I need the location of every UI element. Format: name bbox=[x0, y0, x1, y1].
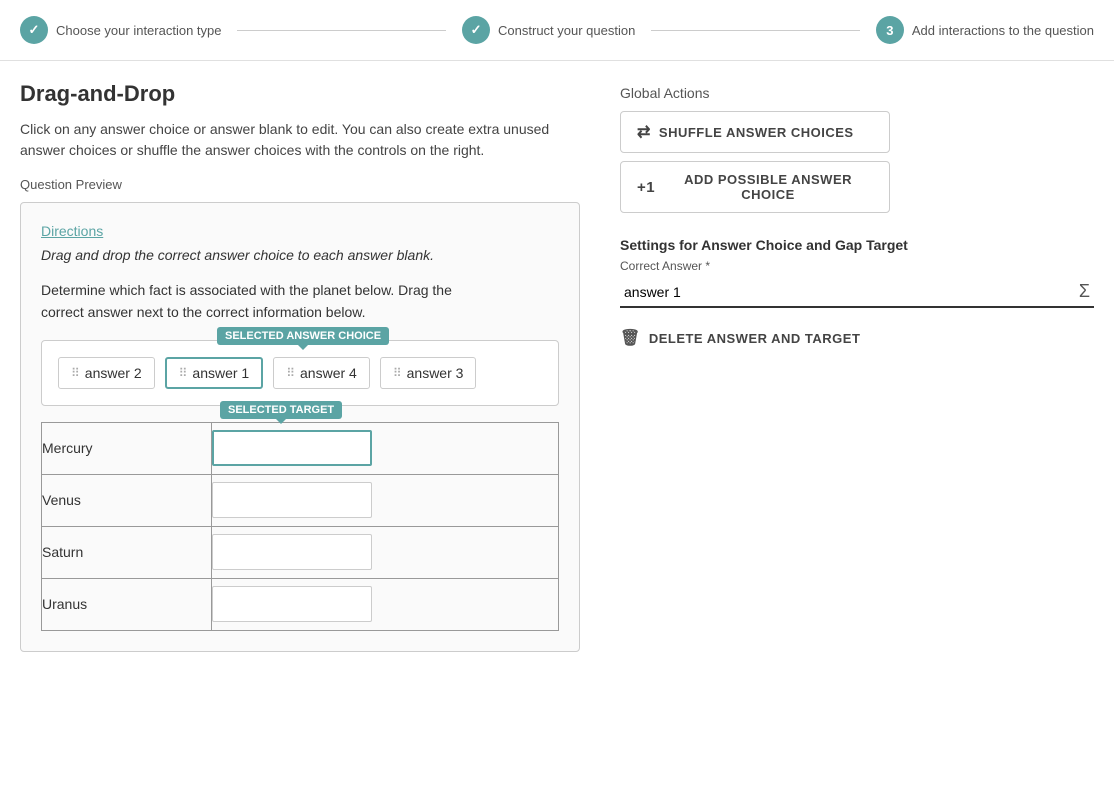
table-row: Uranus bbox=[42, 578, 559, 630]
answer-chip-answer4[interactable]: ⠿ answer 4 bbox=[273, 357, 370, 389]
add-answer-button[interactable]: +1 ADD POSSIBLE ANSWER CHOICE bbox=[620, 161, 890, 213]
drop-cell-mercury[interactable]: SELECTED TARGET bbox=[212, 422, 559, 474]
chip-label: answer 2 bbox=[85, 365, 142, 381]
settings-title: Settings for Answer Choice and Gap Targe… bbox=[620, 237, 1094, 253]
delete-label: DELETE ANSWER AND TARGET bbox=[649, 331, 861, 346]
question-preview-label: Question Preview bbox=[20, 177, 580, 192]
answer-chip-answer2[interactable]: ⠿ answer 2 bbox=[58, 357, 155, 389]
planet-cell-venus: Venus bbox=[42, 474, 212, 526]
add-label: ADD POSSIBLE ANSWER CHOICE bbox=[663, 172, 873, 202]
planet-cell-uranus: Uranus bbox=[42, 578, 212, 630]
question-preview: Directions Drag and drop the correct ans… bbox=[20, 202, 580, 652]
step-3-number: 3 bbox=[886, 23, 893, 38]
step-2-circle: ✓ bbox=[462, 16, 490, 44]
drop-box-mercury[interactable] bbox=[212, 430, 372, 466]
question-line1: Determine which fact is associated with … bbox=[41, 282, 452, 298]
drop-cell-venus[interactable] bbox=[212, 474, 559, 526]
directions-text: Drag and drop the correct answer choice … bbox=[41, 247, 559, 263]
drag-handle: ⠿ bbox=[179, 366, 187, 380]
drop-box-venus[interactable] bbox=[212, 482, 372, 518]
answer-choices-area: SELECTED ANSWER CHOICE ⠿answer 2⠿answer … bbox=[41, 340, 559, 406]
correct-answer-label: Correct Answer * bbox=[620, 259, 1094, 273]
step-2-label: Construct your question bbox=[498, 23, 635, 38]
question-text: Determine which fact is associated with … bbox=[41, 279, 559, 324]
shuffle-label: SHUFFLE ANSWER CHOICES bbox=[659, 125, 854, 140]
correct-answer-input-row: Σ bbox=[620, 277, 1094, 308]
planet-cell-saturn: Saturn bbox=[42, 526, 212, 578]
question-line2: correct answer next to the correct infor… bbox=[41, 304, 365, 320]
step-connector-1 bbox=[237, 30, 446, 31]
step-1: ✓ Choose your interaction type bbox=[20, 16, 221, 44]
drag-handle: ⠿ bbox=[71, 366, 79, 380]
table-row: Venus bbox=[42, 474, 559, 526]
drop-table-container: MercurySELECTED TARGETVenusSaturnUranus bbox=[41, 422, 559, 631]
selected-answer-tooltip: SELECTED ANSWER CHOICE bbox=[217, 327, 389, 345]
directions-link[interactable]: Directions bbox=[41, 223, 559, 239]
page-description: Click on any answer choice or answer bla… bbox=[20, 119, 580, 161]
step-2: ✓ Construct your question bbox=[462, 16, 635, 44]
step-connector-2 bbox=[651, 30, 860, 31]
drop-cell-uranus[interactable] bbox=[212, 578, 559, 630]
shuffle-button[interactable]: ⇄ SHUFFLE ANSWER CHOICES bbox=[620, 111, 890, 153]
trash-icon: 🗑 bbox=[620, 328, 641, 348]
drop-cell-saturn[interactable] bbox=[212, 526, 559, 578]
drop-box-saturn[interactable] bbox=[212, 534, 372, 570]
answer-chip-answer1[interactable]: ⠿ answer 1 bbox=[165, 357, 264, 389]
chip-label: answer 4 bbox=[300, 365, 357, 381]
drop-table: MercurySELECTED TARGETVenusSaturnUranus bbox=[41, 422, 559, 631]
settings-section: Settings for Answer Choice and Gap Targe… bbox=[620, 237, 1094, 352]
table-row: Saturn bbox=[42, 526, 559, 578]
chip-label: answer 1 bbox=[192, 365, 249, 381]
answer-chips-row: ⠿ answer 2 ⠿ answer 1 ⠿ answer 4 ⠿ answer 3 bbox=[58, 357, 542, 389]
step-1-label: Choose your interaction type bbox=[56, 23, 221, 38]
table-row: MercurySELECTED TARGET bbox=[42, 422, 559, 474]
delete-answer-target-button[interactable]: 🗑 DELETE ANSWER AND TARGET bbox=[620, 324, 860, 352]
right-panel: Global Actions ⇄ SHUFFLE ANSWER CHOICES … bbox=[620, 81, 1094, 652]
correct-answer-input[interactable] bbox=[620, 278, 1075, 306]
progress-bar: ✓ Choose your interaction type ✓ Constru… bbox=[0, 0, 1114, 61]
planet-cell-mercury: Mercury bbox=[42, 422, 212, 474]
drag-handle: ⠿ bbox=[286, 366, 294, 380]
step-3-label: Add interactions to the question bbox=[912, 23, 1094, 38]
step-3: 3 Add interactions to the question bbox=[876, 16, 1094, 44]
shuffle-icon: ⇄ bbox=[637, 122, 651, 142]
global-actions-label: Global Actions bbox=[620, 85, 1094, 101]
left-panel: Drag-and-Drop Click on any answer choice… bbox=[20, 81, 580, 652]
page-title: Drag-and-Drop bbox=[20, 81, 580, 107]
step-1-icon: ✓ bbox=[29, 22, 40, 38]
answer-chip-answer3[interactable]: ⠿ answer 3 bbox=[380, 357, 477, 389]
sigma-icon[interactable]: Σ bbox=[1075, 277, 1094, 306]
add-icon: +1 bbox=[637, 179, 655, 196]
step-2-icon: ✓ bbox=[471, 22, 482, 38]
drag-handle: ⠿ bbox=[393, 366, 401, 380]
drop-box-uranus[interactable] bbox=[212, 586, 372, 622]
main-content: Drag-and-Drop Click on any answer choice… bbox=[0, 61, 1114, 672]
chip-label: answer 3 bbox=[407, 365, 464, 381]
step-1-circle: ✓ bbox=[20, 16, 48, 44]
step-3-circle: 3 bbox=[876, 16, 904, 44]
selected-target-tooltip: SELECTED TARGET bbox=[220, 401, 342, 419]
